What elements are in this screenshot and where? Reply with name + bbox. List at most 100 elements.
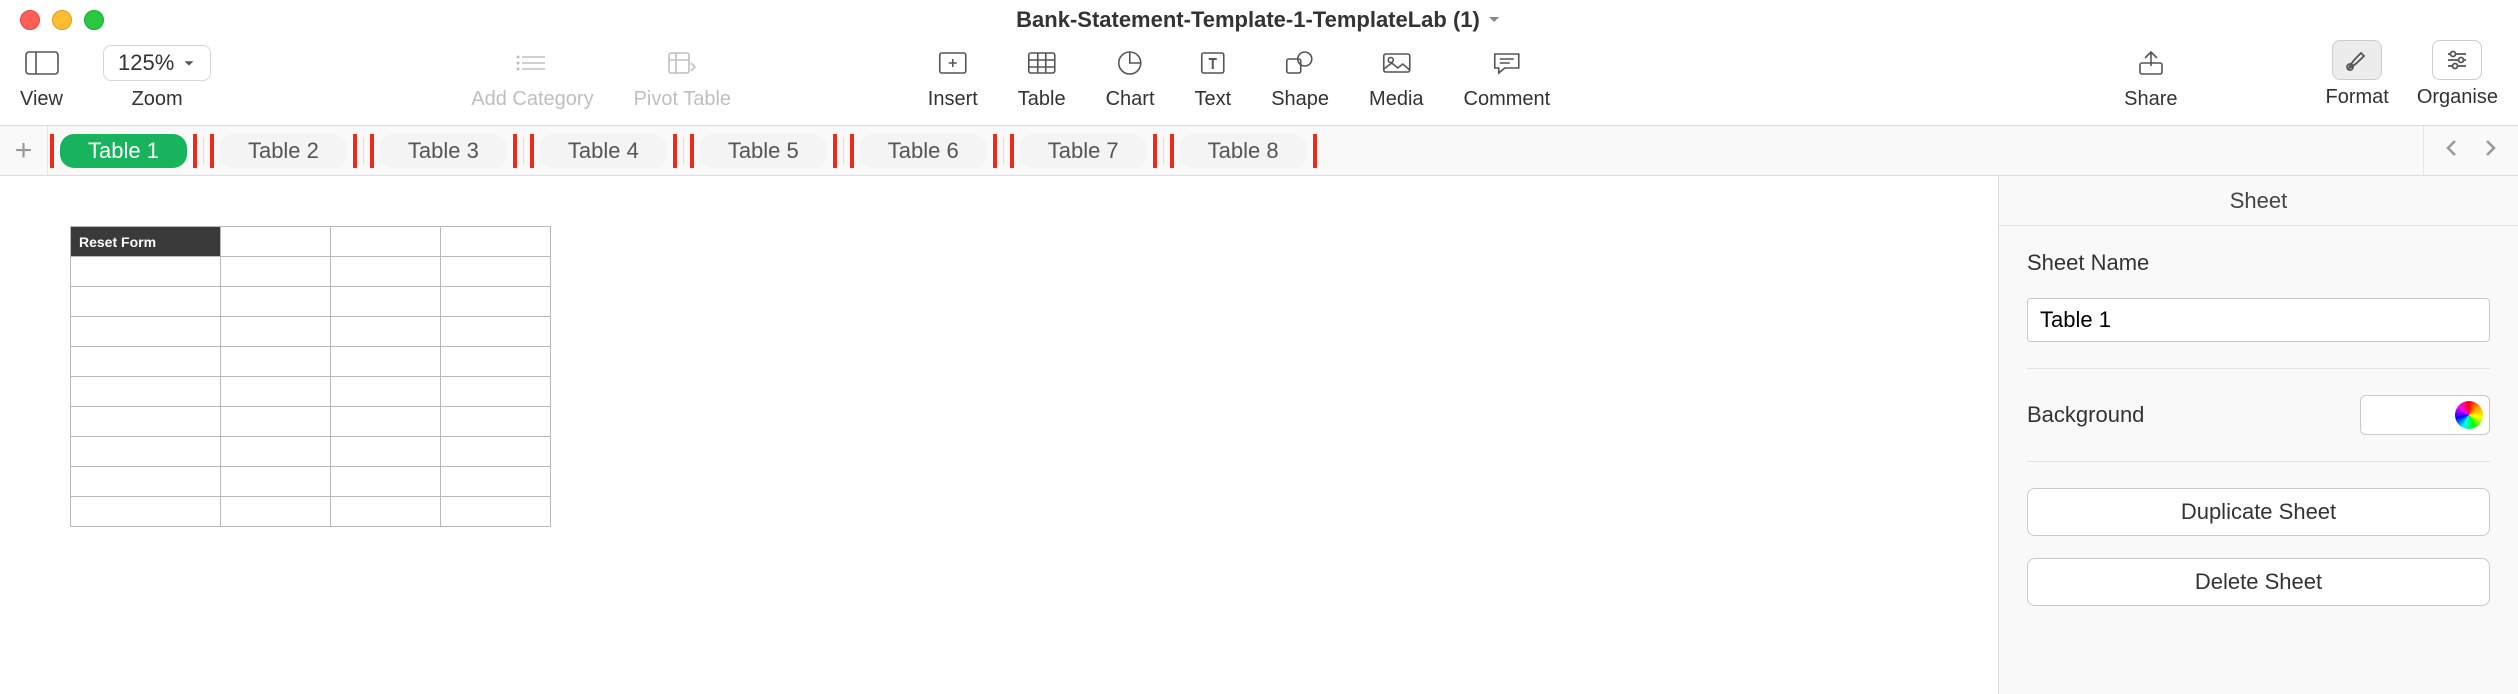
zoom-window-button[interactable]	[84, 10, 104, 30]
close-window-button[interactable]	[20, 10, 40, 30]
format-tool[interactable]: Format	[2326, 40, 2389, 111]
zoom-dropdown[interactable]: 125%	[103, 45, 211, 81]
sheet-tab[interactable]: Table 8	[1180, 134, 1307, 168]
cell[interactable]	[71, 377, 221, 407]
cell[interactable]	[441, 287, 551, 317]
cell[interactable]	[441, 497, 551, 527]
sheet-tab-label: Table 7	[1020, 134, 1147, 168]
cell[interactable]	[441, 377, 551, 407]
sheet-tab[interactable]: Table 4	[540, 134, 667, 168]
tab-separator	[1163, 138, 1164, 164]
cell[interactable]	[441, 257, 551, 287]
cell[interactable]	[221, 347, 331, 377]
tab-nav-prev[interactable]	[2442, 138, 2462, 163]
cell[interactable]	[331, 467, 441, 497]
share-label: Share	[2124, 88, 2177, 111]
chevron-down-icon	[182, 56, 196, 70]
zoom-tool[interactable]: 125% Zoom	[103, 40, 211, 111]
view-tool[interactable]: View	[20, 40, 63, 111]
media-tool[interactable]: Media	[1369, 40, 1423, 111]
cell[interactable]	[71, 347, 221, 377]
cell[interactable]	[331, 287, 441, 317]
sheet-tab[interactable]: Table 2	[220, 134, 347, 168]
cell[interactable]	[331, 407, 441, 437]
cell[interactable]	[221, 467, 331, 497]
text-icon	[1196, 40, 1230, 86]
color-wheel-icon	[2455, 401, 2483, 429]
sheet-name-label: Sheet Name	[2027, 250, 2490, 276]
table-icon	[1025, 40, 1059, 86]
cell[interactable]	[221, 317, 331, 347]
minimize-window-button[interactable]	[52, 10, 72, 30]
add-sheet-button[interactable]: +	[0, 126, 48, 175]
cell[interactable]	[221, 287, 331, 317]
cell[interactable]	[441, 407, 551, 437]
tab-separator	[523, 138, 524, 164]
sheet-tab-label: Table 3	[380, 134, 507, 168]
cell[interactable]	[331, 257, 441, 287]
sheet-tab[interactable]: Table 5	[700, 134, 827, 168]
cell[interactable]	[71, 317, 221, 347]
text-tool[interactable]: Text	[1195, 40, 1232, 111]
chart-tool[interactable]: Chart	[1106, 40, 1155, 111]
cell[interactable]	[71, 287, 221, 317]
organise-tool[interactable]: Organise	[2417, 40, 2498, 111]
tab-nav-next[interactable]	[2480, 138, 2500, 163]
sheet-tab[interactable]: Table 6	[860, 134, 987, 168]
cell[interactable]	[331, 377, 441, 407]
cell[interactable]	[71, 497, 221, 527]
cell[interactable]	[71, 257, 221, 287]
background-color-well[interactable]	[2360, 395, 2490, 435]
cell[interactable]	[331, 227, 441, 257]
sheet-tab[interactable]: Table 3	[380, 134, 507, 168]
cell[interactable]	[331, 317, 441, 347]
sheet-name-input[interactable]	[2027, 298, 2490, 342]
divider	[2027, 461, 2490, 462]
cell[interactable]	[221, 407, 331, 437]
cell[interactable]	[331, 437, 441, 467]
comment-tool[interactable]: Comment	[1464, 40, 1551, 111]
format-button[interactable]	[2332, 40, 2382, 80]
cell[interactable]	[441, 437, 551, 467]
duplicate-sheet-button[interactable]: Duplicate Sheet	[2027, 488, 2490, 536]
inspector-title: Sheet	[2230, 188, 2288, 214]
cell[interactable]	[221, 227, 331, 257]
cell[interactable]	[331, 497, 441, 527]
document-title[interactable]: Bank-Statement-Template-1-TemplateLab (1…	[1016, 7, 1502, 33]
cell[interactable]	[221, 377, 331, 407]
sheet-tab-label: Table 1	[60, 134, 187, 168]
cell[interactable]	[221, 437, 331, 467]
share-tool[interactable]: Share	[2124, 40, 2177, 111]
shape-tool[interactable]: Shape	[1271, 40, 1329, 111]
organise-button[interactable]	[2432, 40, 2482, 80]
format-label: Format	[2326, 86, 2389, 109]
zoom-label: Zoom	[132, 88, 183, 111]
cell[interactable]	[221, 257, 331, 287]
document-title-text: Bank-Statement-Template-1-TemplateLab (1…	[1016, 7, 1480, 33]
cell[interactable]	[71, 437, 221, 467]
cell[interactable]	[71, 407, 221, 437]
cell[interactable]	[71, 467, 221, 497]
sheet-tab[interactable]: Table 7	[1020, 134, 1147, 168]
tab-separator	[1003, 138, 1004, 164]
main-area: Reset Form Sheet Sheet Name Background D…	[0, 176, 2518, 694]
cell[interactable]	[441, 467, 551, 497]
cell[interactable]	[441, 227, 551, 257]
table-tool[interactable]: Table	[1018, 40, 1066, 111]
spreadsheet-table[interactable]: Reset Form	[70, 226, 551, 527]
inspector-tab-sheet[interactable]: Sheet	[1999, 176, 2518, 226]
text-label: Text	[1195, 88, 1232, 111]
delete-sheet-button[interactable]: Delete Sheet	[2027, 558, 2490, 606]
spreadsheet-canvas[interactable]: Reset Form	[0, 176, 1998, 694]
cell[interactable]	[441, 317, 551, 347]
reset-form-cell[interactable]: Reset Form	[71, 227, 221, 257]
cell[interactable]	[331, 347, 441, 377]
sheet-tab[interactable]: Table 1	[60, 134, 187, 168]
cell[interactable]	[221, 497, 331, 527]
table-label: Table	[1018, 88, 1066, 111]
cell[interactable]	[441, 347, 551, 377]
insert-tool[interactable]: Insert	[928, 40, 978, 111]
media-label: Media	[1369, 88, 1423, 111]
sheet-tabs: Table 1 Table 2 Table 3 Table 4 Table 5 Table…	[48, 134, 2423, 168]
pivot-table-tool: Pivot Table	[634, 40, 731, 111]
